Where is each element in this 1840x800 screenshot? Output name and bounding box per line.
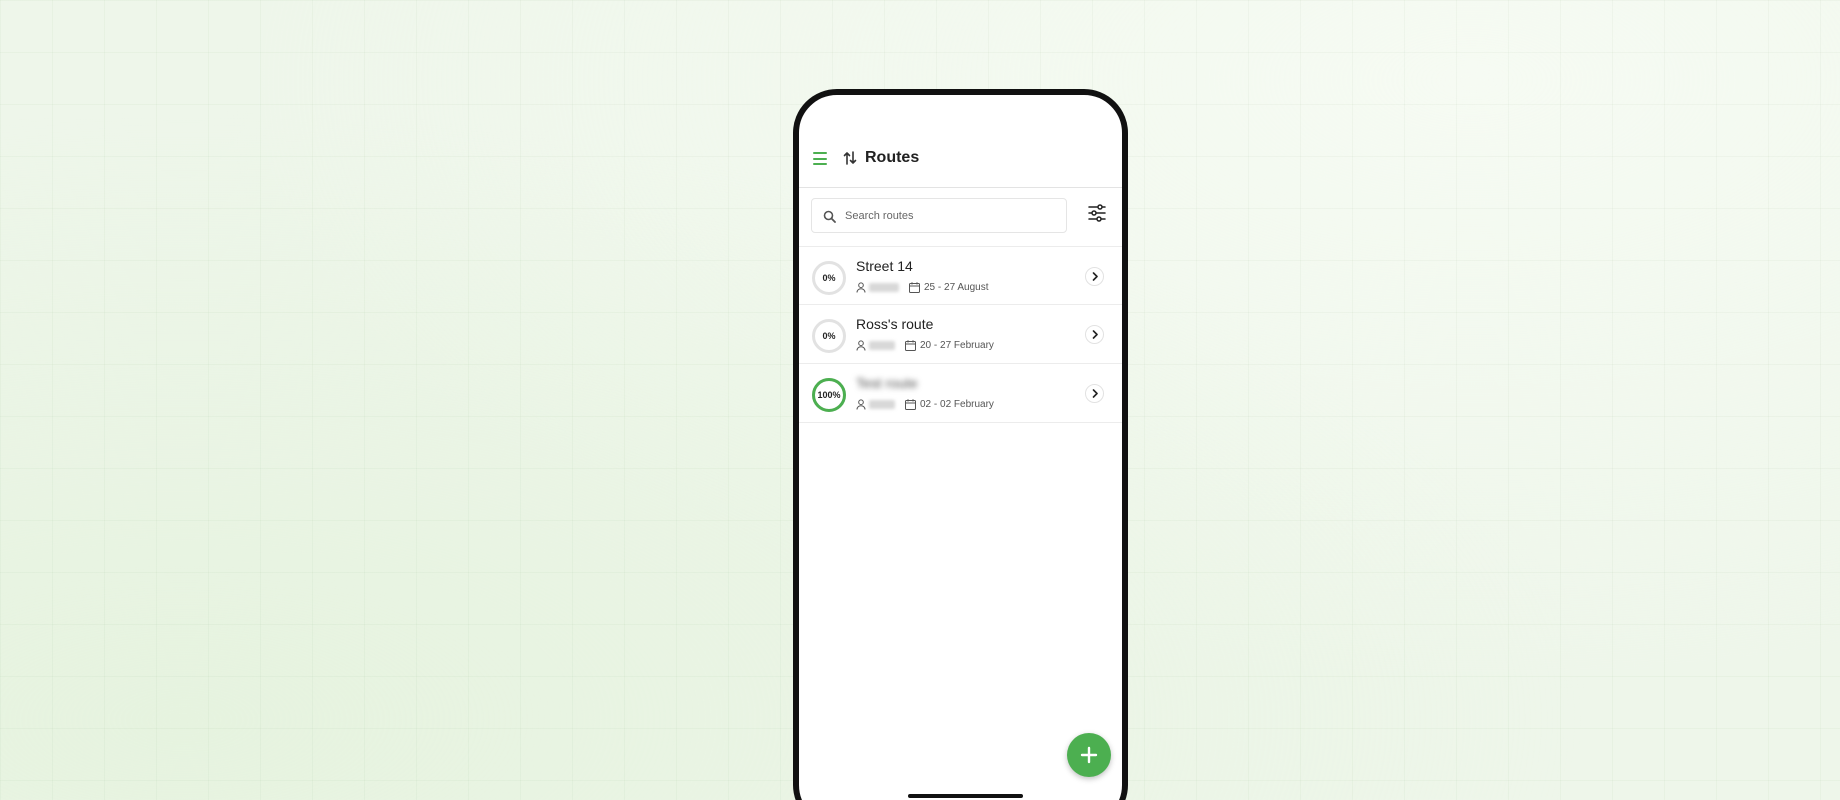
menu-icon[interactable] (813, 152, 827, 165)
open-route-button[interactable] (1085, 325, 1104, 344)
route-owner-redacted (869, 340, 895, 350)
progress-label: 100% (817, 390, 841, 400)
route-name: Test route (856, 375, 918, 391)
route-list: 0% Street 14 25 - 27 August 0% Ross's ro… (799, 246, 1122, 423)
route-row[interactable]: 100% Test route 02 - 02 February (799, 364, 1122, 423)
route-row[interactable]: 0% Street 14 25 - 27 August (799, 246, 1122, 305)
route-dates: 20 - 27 February (920, 339, 994, 351)
add-route-button[interactable] (1067, 733, 1111, 777)
route-icon (843, 151, 857, 165)
phone-frame: Routes Search routes 0% Street 14 25 - 2… (793, 89, 1128, 800)
route-meta: 20 - 27 February (856, 339, 994, 351)
progress-ring: 0% (811, 260, 847, 296)
search-row (799, 188, 1122, 246)
route-owner-redacted (869, 399, 895, 409)
search-box[interactable] (811, 198, 1067, 233)
open-route-button[interactable] (1085, 267, 1104, 286)
user-icon (856, 398, 866, 410)
home-indicator (908, 794, 1023, 798)
app-bar: Routes (799, 131, 1122, 188)
open-route-button[interactable] (1085, 384, 1104, 403)
calendar-icon (905, 398, 916, 410)
chevron-right-icon (1092, 330, 1098, 339)
user-icon (856, 281, 866, 293)
route-dates: 25 - 27 August (924, 281, 989, 293)
route-owner-redacted (869, 282, 899, 292)
chevron-right-icon (1092, 389, 1098, 398)
route-dates: 02 - 02 February (920, 398, 994, 410)
user-icon (856, 339, 866, 351)
plus-icon (1080, 746, 1098, 764)
search-input[interactable] (845, 206, 1055, 226)
chevron-right-icon (1092, 272, 1098, 281)
calendar-icon (909, 281, 920, 293)
progress-label: 0% (822, 331, 836, 341)
progress-label: 0% (822, 273, 836, 283)
route-row[interactable]: 0% Ross's route 20 - 27 February (799, 305, 1122, 364)
route-name: Ross's route (856, 316, 934, 332)
app-screen: Routes Search routes 0% Street 14 25 - 2… (799, 95, 1122, 800)
route-name: Street 14 (856, 258, 913, 274)
route-meta: 25 - 27 August (856, 281, 989, 293)
route-meta: 02 - 02 February (856, 398, 994, 410)
calendar-icon (905, 339, 916, 351)
search-icon (823, 210, 836, 223)
filter-icon[interactable] (1087, 203, 1107, 223)
progress-ring: 0% (811, 318, 847, 354)
progress-ring: 100% (811, 377, 847, 413)
page-title: Routes (865, 149, 920, 166)
